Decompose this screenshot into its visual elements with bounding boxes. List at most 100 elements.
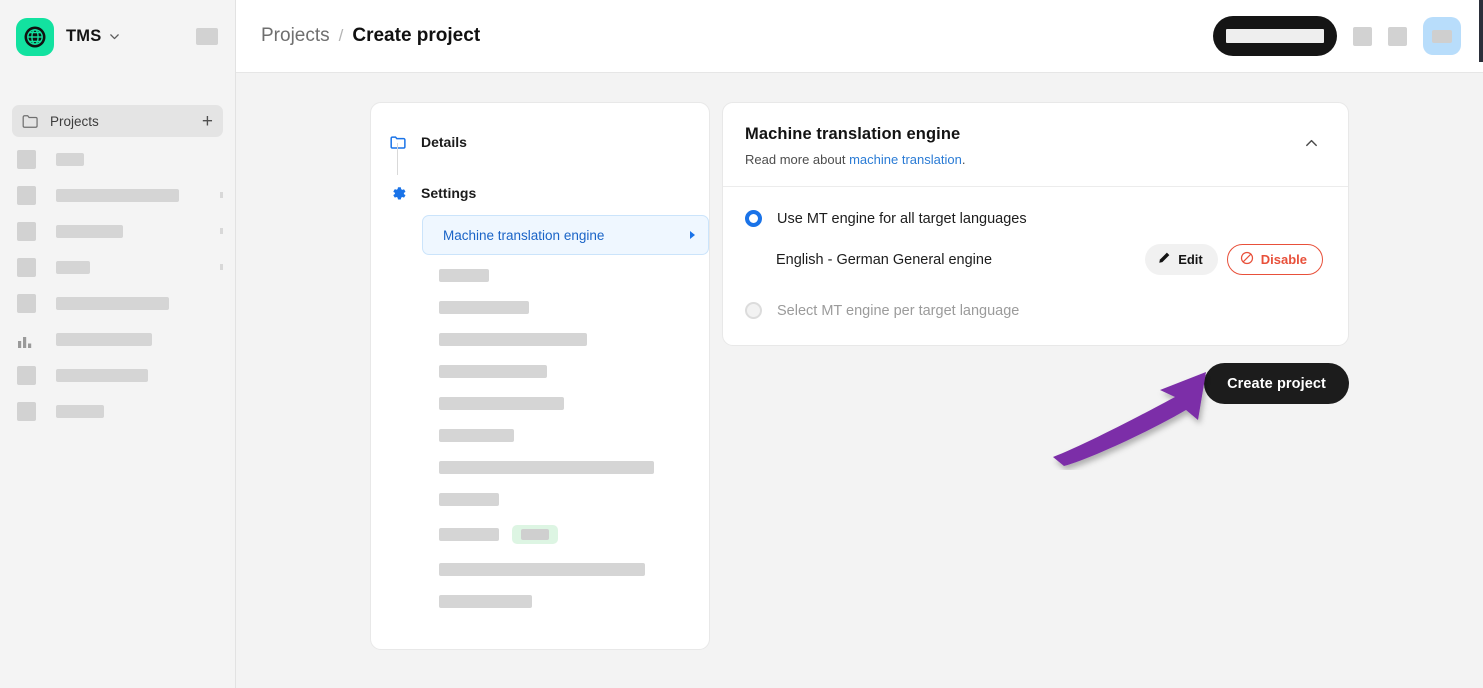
folder-icon [389,135,407,150]
disable-button[interactable]: Disable [1226,244,1323,275]
list-item[interactable] [439,397,691,410]
list-item[interactable] [0,399,235,423]
redacted-icon[interactable] [1388,26,1407,46]
radio-option-all-languages[interactable]: Use MT engine for all target languages [745,210,1324,227]
sidebar: TMS Projects + [0,0,236,688]
pencil-icon [1157,251,1171,268]
chevron-up-icon[interactable] [1299,131,1324,156]
redacted-label [521,529,549,540]
chevron-down-icon[interactable] [108,30,121,43]
list-item[interactable] [439,333,691,346]
app-logo [16,17,54,56]
redacted-label [439,528,499,541]
redacted-label [56,404,104,418]
redacted-icon [17,401,36,421]
list-item[interactable] [0,255,235,279]
card-body: Use MT engine for all target languages E… [723,187,1348,345]
redacted-label [56,152,84,166]
primary-action-button[interactable] [1213,16,1337,56]
redacted-label [56,296,169,310]
radio-option-all-languages-label: Use MT engine for all target languages [777,210,1027,227]
list-item[interactable] [0,291,235,315]
redacted-label [439,365,547,378]
page-title: Create project [352,25,481,46]
triangle-right-icon [690,231,695,239]
redacted-label [56,332,152,346]
redacted-icon [17,185,36,205]
card-header: Machine translation engine Read more abo… [723,103,1348,187]
engine-name: English - German General engine [776,251,993,268]
breadcrumb-separator: / [338,26,344,45]
sidebar-header: TMS [0,0,235,73]
redacted-label [56,224,123,238]
scrollbar[interactable] [1479,0,1483,62]
radio-option-per-language-label: Select MT engine per target language [777,302,1020,319]
list-item[interactable] [0,327,235,351]
create-project-row: Create project [722,363,1349,404]
redacted-label [439,301,529,314]
list-item[interactable] [439,429,691,442]
step-details-label: Details [421,134,467,150]
sidebar-header-redacted-icon[interactable] [196,28,218,45]
list-item[interactable] [439,595,691,608]
prohibited-icon [1240,251,1254,268]
redacted-icon [17,257,36,277]
card-subtitle: Read more about machine translation. [745,152,1299,167]
bar-chart-icon [17,330,36,349]
redacted-label [439,429,514,442]
step-settings[interactable]: Settings [389,182,691,204]
sidebar-item-projects[interactable]: Projects + [12,105,223,137]
list-item[interactable] [439,461,691,474]
create-project-button[interactable]: Create project [1204,363,1349,404]
chevron-right-icon [220,264,223,270]
folder-icon [22,114,40,129]
radio-selected-icon[interactable] [745,210,762,227]
chevron-right-icon [220,228,223,234]
redacted-label [56,188,179,202]
list-item[interactable] [439,563,691,576]
card-header-text: Machine translation engine Read more abo… [745,125,1299,167]
redacted-icon [17,293,36,313]
list-item[interactable] [0,147,235,171]
redacted-label [439,333,587,346]
settings-placeholder-list [439,269,691,608]
disable-button-label: Disable [1260,252,1307,267]
machine-translation-link[interactable]: machine translation [849,152,962,167]
edit-button-label: Edit [1178,252,1203,267]
redacted-icon[interactable] [1353,26,1372,46]
redacted-label [56,368,148,382]
list-item[interactable] [439,269,691,282]
substep-label: Machine translation engine [443,227,605,243]
list-item[interactable] [439,301,691,314]
list-item[interactable] [439,525,691,544]
cards-row: Details Settings Machine translation eng… [236,102,1483,650]
avatar[interactable] [1423,17,1461,55]
step-details[interactable]: Details [389,131,691,153]
list-item[interactable] [439,365,691,378]
card-subtitle-suffix: . [961,152,966,167]
redacted-label [1432,29,1452,43]
list-item[interactable] [439,493,691,506]
plus-icon[interactable]: + [202,112,213,131]
edit-button[interactable]: Edit [1145,244,1218,275]
list-item[interactable] [0,363,235,387]
right-column: Machine translation engine Read more abo… [722,102,1349,404]
sidebar-item-projects-label: Projects [50,113,99,129]
topbar-actions [1213,16,1461,56]
breadcrumb-parent[interactable]: Projects [261,25,330,47]
redacted-label [56,260,90,274]
app-root: TMS Projects + Projects / Create project… [0,0,1483,688]
redacted-label [439,595,532,608]
list-item[interactable] [0,219,235,243]
radio-unselected-icon[interactable] [745,302,762,319]
machine-translation-engine-card: Machine translation engine Read more abo… [722,102,1349,346]
redacted-label [439,493,499,506]
substep-machine-translation-engine[interactable]: Machine translation engine [422,215,709,255]
chevron-right-icon [220,192,223,198]
list-item[interactable] [0,183,235,207]
org-name[interactable]: TMS [66,27,101,46]
redacted-label [439,461,654,474]
radio-option-per-language[interactable]: Select MT engine per target language [745,302,1324,319]
redacted-label [439,563,645,576]
